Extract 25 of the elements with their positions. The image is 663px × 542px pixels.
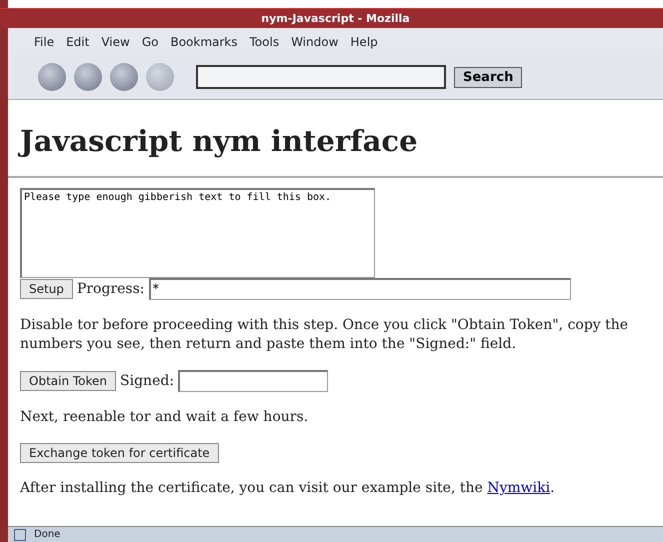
url-field[interactable] — [196, 65, 446, 89]
progress-field[interactable]: * — [148, 278, 571, 300]
menu-item[interactable]: View — [95, 34, 136, 48]
signed-field[interactable] — [178, 370, 328, 392]
menu-item[interactable]: Bookmarks — [164, 34, 244, 48]
final-text: After installing the certificate, you can visit our example site, the Nymwiki. — [20, 479, 556, 498]
menu-item[interactable]: Go — [136, 34, 164, 48]
page-heading: Javascript nym interface — [20, 124, 663, 158]
menu-item[interactable]: Help — [344, 34, 384, 48]
obtain-token-button[interactable]: Obtain Token — [20, 371, 116, 391]
gibberish-field[interactable]: Please type enough gibberish text to fill this box. — [20, 188, 375, 278]
search-button[interactable]: Search — [454, 66, 522, 88]
signed-label: Signed: — [120, 372, 174, 390]
progress-label: Progress: — [76, 280, 145, 298]
wait-text: Next, reenable tor and wait a few hours. — [20, 408, 310, 427]
instructions-text: Disable tor before proceeding with this step. Once you click "Obtain Token", copy the numbers you see, then return and paste them into the "Signed:" field. — [20, 316, 630, 354]
window-title: nym-Javascript - Mozilla — [0, 8, 663, 28]
menu-item[interactable]: Tools — [244, 34, 286, 48]
exchange-button[interactable]: Exchange token for certificate — [20, 443, 219, 463]
nymwiki-link[interactable]: Nymwiki — [487, 480, 550, 496]
menu-item[interactable]: Window — [285, 34, 344, 48]
setup-button[interactable]: Setup — [20, 279, 73, 299]
status-text: Done — [34, 529, 60, 540]
menu-item[interactable]: Edit — [60, 34, 96, 48]
menu-item[interactable]: File — [28, 34, 60, 48]
